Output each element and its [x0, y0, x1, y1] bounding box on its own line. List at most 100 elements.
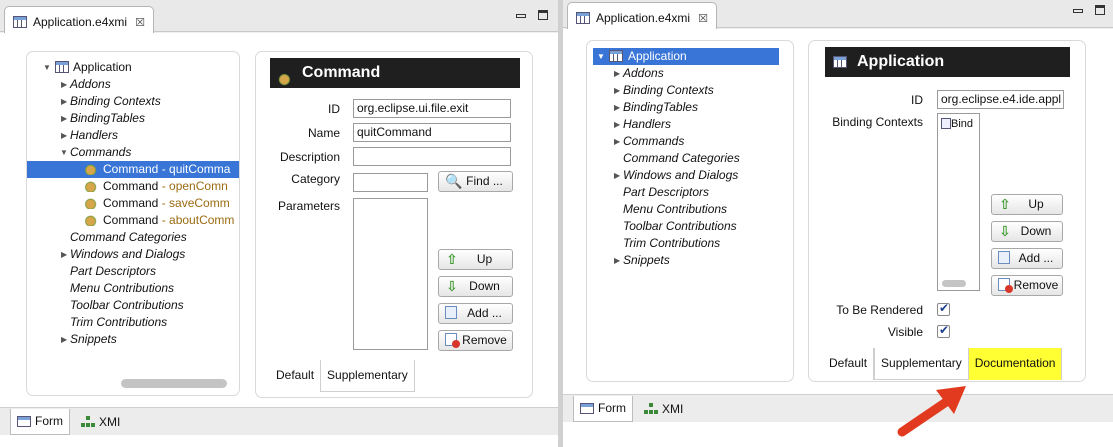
- tree-item-menu-contributions[interactable]: Menu Contributions: [587, 201, 793, 218]
- tab-default[interactable]: Default: [823, 348, 875, 380]
- close-icon[interactable]: ☒: [698, 12, 708, 25]
- parameters-list[interactable]: [353, 198, 428, 350]
- collapse-arrow-icon[interactable]: ▶: [614, 116, 620, 133]
- tree-item-binding-contexts[interactable]: ▶ Binding Contexts: [587, 82, 793, 99]
- collapse-arrow-icon[interactable]: ▶: [61, 110, 67, 127]
- category-field[interactable]: [353, 173, 428, 192]
- collapse-arrow-icon[interactable]: ▶: [614, 99, 620, 116]
- expand-arrow-icon[interactable]: ▼: [597, 48, 605, 65]
- tree-item-toolbar-contributions[interactable]: Toolbar Contributions: [27, 297, 239, 314]
- tree-item-command-categories[interactable]: Command Categories: [587, 150, 793, 167]
- tree-item-trim-contributions[interactable]: Trim Contributions: [587, 235, 793, 252]
- collapse-arrow-icon[interactable]: ▶: [61, 246, 67, 263]
- tree-item-menu-contributions[interactable]: Menu Contributions: [27, 280, 239, 297]
- tab-xmi[interactable]: XMI: [637, 396, 690, 422]
- remove-button[interactable]: Remove: [991, 275, 1063, 296]
- down-button[interactable]: ⇩ Down: [438, 276, 513, 297]
- tree-item-commands[interactable]: ▼ Commands: [27, 144, 239, 161]
- visible-checkbox[interactable]: [937, 323, 950, 338]
- binding-contexts-label: Binding Contexts: [832, 115, 923, 129]
- expand-arrow-icon[interactable]: ▼: [60, 144, 68, 161]
- down-button[interactable]: ⇩ Down: [991, 221, 1063, 242]
- tree-item-windows-and-dialogs[interactable]: ▶ Windows and Dialogs: [587, 167, 793, 184]
- name-label: Name: [307, 126, 340, 140]
- collapse-arrow-icon[interactable]: ▶: [61, 76, 67, 93]
- tree-item-command-open[interactable]: Command - openComn: [27, 178, 239, 195]
- id-field[interactable]: org.eclipse.ui.file.exit: [353, 99, 511, 118]
- tree-item-binding-tables[interactable]: ▶ BindingTables: [587, 99, 793, 116]
- editor-body: ▼ Application ▶ Addons ▶ Binding Contexts …: [0, 33, 558, 447]
- expand-arrow-icon[interactable]: ▼: [43, 59, 51, 76]
- collapse-arrow-icon[interactable]: ▶: [614, 82, 620, 99]
- up-button[interactable]: ⇧ Up: [438, 249, 513, 270]
- add-button[interactable]: Add ...: [991, 248, 1063, 269]
- collapse-arrow-icon[interactable]: ▶: [614, 167, 620, 184]
- tab-xmi[interactable]: XMI: [74, 409, 127, 435]
- tab-default[interactable]: Default: [270, 360, 321, 392]
- horizontal-scrollbar[interactable]: [942, 280, 966, 287]
- window-controls: [516, 10, 548, 20]
- tree-item-snippets[interactable]: ▶ Snippets: [27, 331, 239, 348]
- binding-contexts-list[interactable]: Bind: [937, 113, 980, 291]
- remove-button[interactable]: Remove: [438, 330, 513, 351]
- tree-item-application[interactable]: ▼ Application: [593, 48, 779, 65]
- collapse-arrow-icon[interactable]: ▶: [614, 65, 620, 82]
- tab-form[interactable]: Form: [10, 408, 70, 435]
- window-controls: [1073, 5, 1105, 15]
- horizontal-scrollbar[interactable]: [121, 379, 227, 388]
- tree-item-application[interactable]: ▼ Application: [27, 59, 239, 76]
- minimize-button[interactable]: [516, 14, 526, 18]
- tab-supplementary[interactable]: Supplementary: [320, 360, 415, 392]
- to-be-rendered-checkbox[interactable]: [937, 301, 950, 316]
- maximize-button[interactable]: [538, 10, 548, 20]
- collapse-arrow-icon[interactable]: ▶: [61, 127, 67, 144]
- tree-item-command-save[interactable]: Command - saveComm: [27, 195, 239, 212]
- command-icon: [85, 197, 99, 209]
- editor-tab-bar: Application.e4xmi ☒: [0, 0, 558, 33]
- close-icon[interactable]: ☒: [135, 16, 145, 29]
- collapse-arrow-icon[interactable]: ▶: [61, 93, 67, 110]
- arrow-up-icon: ⇧: [999, 196, 1011, 212]
- tree-item-command-about[interactable]: Command - aboutComm: [27, 212, 239, 229]
- tree-item-binding-tables[interactable]: ▶ BindingTables: [27, 110, 239, 127]
- remove-icon: [445, 333, 460, 348]
- tree-item-part-descriptors[interactable]: Part Descriptors: [587, 184, 793, 201]
- tree-item-trim-contributions[interactable]: Trim Contributions: [27, 314, 239, 331]
- list-item[interactable]: Bind: [941, 118, 973, 130]
- tree-item-part-descriptors[interactable]: Part Descriptors: [27, 263, 239, 280]
- application-model-icon: [576, 12, 590, 24]
- binding-context-icon: [941, 118, 951, 129]
- add-button[interactable]: Add ...: [438, 303, 513, 324]
- maximize-button[interactable]: [1095, 5, 1105, 15]
- tree-item-command-categories[interactable]: Command Categories: [27, 229, 239, 246]
- tree-item-commands[interactable]: ▶ Commands: [587, 133, 793, 150]
- tree-item-handlers[interactable]: ▶ Handlers: [587, 116, 793, 133]
- tree-item-handlers[interactable]: ▶ Handlers: [27, 127, 239, 144]
- tree-item-toolbar-contributions[interactable]: Toolbar Contributions: [587, 218, 793, 235]
- tree-item-snippets[interactable]: ▶ Snippets: [587, 252, 793, 269]
- tree-item-binding-contexts[interactable]: ▶ Binding Contexts: [27, 93, 239, 110]
- id-field[interactable]: org.eclipse.e4.ide.appl: [937, 90, 1064, 109]
- name-field[interactable]: quitCommand: [353, 123, 511, 142]
- editor-tab-title: Application.e4xmi: [33, 15, 128, 29]
- tree-item-command-quit[interactable]: Command - quitComma: [27, 161, 239, 178]
- up-button[interactable]: ⇧ Up: [991, 194, 1063, 215]
- parameters-label: Parameters: [277, 199, 340, 213]
- editor-tab[interactable]: Application.e4xmi ☒: [4, 6, 154, 33]
- collapse-arrow-icon[interactable]: ▶: [614, 252, 620, 269]
- editor-tab[interactable]: Application.e4xmi ☒: [567, 2, 717, 29]
- arrow-down-icon: ⇩: [446, 278, 458, 294]
- collapse-arrow-icon[interactable]: ▶: [61, 331, 67, 348]
- tree-item-addons[interactable]: ▶ Addons: [27, 76, 239, 93]
- minimize-button[interactable]: [1073, 9, 1083, 13]
- tab-form[interactable]: Form: [573, 395, 633, 422]
- application-model-icon: [833, 56, 847, 68]
- application-model-icon: [13, 16, 27, 28]
- tree-item-windows-and-dialogs[interactable]: ▶ Windows and Dialogs: [27, 246, 239, 263]
- collapse-arrow-icon[interactable]: ▶: [614, 133, 620, 150]
- tree-item-addons[interactable]: ▶ Addons: [587, 65, 793, 82]
- find-button[interactable]: 🔍 Find ...: [438, 171, 513, 192]
- tab-documentation[interactable]: Documentation: [968, 348, 1063, 380]
- description-field[interactable]: [353, 147, 511, 166]
- left-editor-window: Application.e4xmi ☒ ▼ Application ▶ Addon…: [0, 0, 558, 447]
